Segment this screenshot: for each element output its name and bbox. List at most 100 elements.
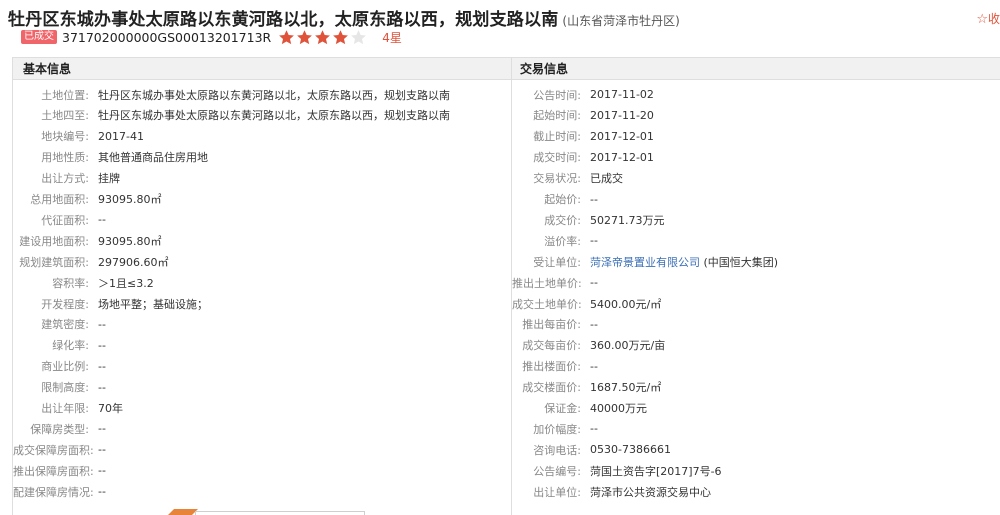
info-row: 成交每亩价: 360.00万元/亩: [512, 335, 665, 356]
info-row: 起始时间: 2017-11-20: [512, 105, 654, 126]
info-value: 挂牌: [98, 172, 120, 186]
basic-info-panel: 基本信息 土地位置: 牡丹区东城办事处太原路以东黄河路以北，太原东路以西，规划支路…: [12, 57, 512, 515]
info-value: 牡丹区东城办事处太原路以东黄河路以北，太原东路以西，规划支路以南: [98, 88, 450, 102]
info-value: --: [98, 422, 106, 436]
info-value: 40000万元: [590, 402, 647, 415]
page-region: (山东省菏泽市牡丹区): [562, 14, 680, 28]
info-value: 93095.80㎡: [98, 234, 162, 248]
info-label: 成交时间:: [533, 151, 581, 165]
info-row: 保证金: 40000万元: [512, 398, 647, 419]
info-row: 土地四至: 牡丹区东城办事处太原路以东黄河路以北，太原东路以西，规划支路以南: [13, 105, 450, 126]
info-row: 公告编号: 菏国土资告字[2017]7号-6: [512, 460, 722, 481]
info-label: 土地位置:: [41, 88, 89, 102]
info-label: 限制高度:: [41, 381, 89, 395]
info-label: 出让年限:: [41, 402, 89, 415]
info-row: 成交价: 50271.73万元: [512, 209, 665, 230]
info-label: 推出每亩价:: [522, 318, 581, 332]
info-label: 商业比例:: [41, 360, 89, 374]
buyer-link[interactable]: 菏泽帝景置业有限公司: [590, 256, 700, 269]
info-label: 成交每亩价:: [522, 339, 581, 353]
info-value: ＞1且≤3.2: [98, 276, 154, 290]
info-row: 地块编号: 2017-41: [13, 126, 144, 147]
info-label: 建设用地面积:: [19, 234, 89, 248]
trade-info-panel: 交易信息 公告时间: 2017-11-02 起始时间: 2017-11-20 截止时间:…: [512, 57, 1000, 515]
info-value: --: [98, 443, 106, 457]
info-label: 成交保障房面积:: [13, 443, 94, 457]
info-row: 受让单位: 菏泽帝景置业有限公司 (中国恒大集团): [512, 251, 778, 272]
info-label: 配建保障房情况:: [13, 485, 94, 499]
info-value: --: [590, 359, 598, 373]
info-row: 总用地面积: 93095.80㎡: [13, 189, 161, 210]
info-label: 受让单位:: [533, 255, 581, 269]
info-label: 成交土地单价:: [512, 297, 582, 311]
buyer-group: (中国恒大集团): [703, 255, 779, 269]
star-outline-icon: ☆: [976, 12, 988, 27]
info-value: 2017-11-20: [590, 108, 654, 122]
info-value: 297906.60㎡: [98, 255, 169, 269]
info-label: 保障房类型:: [30, 422, 89, 436]
info-value: --: [590, 276, 598, 290]
info-label: 成交价:: [544, 213, 581, 227]
info-value: 50271.73万元: [590, 213, 665, 227]
info-label: 推出土地单价:: [512, 276, 582, 290]
info-row: 限制高度: --: [13, 377, 106, 398]
favorite-button[interactable]: ☆收: [976, 10, 1000, 27]
info-row: 开发程度: 场地平整；基础设施；: [13, 293, 208, 314]
info-label: 咨询电话:: [533, 443, 581, 457]
info-value: 70年: [98, 402, 123, 415]
info-row: 推出每亩价: --: [512, 314, 598, 335]
info-row: 推出土地单价: --: [512, 272, 598, 293]
star-filled-icon: [315, 29, 331, 44]
info-label: 绿化率:: [52, 339, 89, 353]
info-value: 2017-12-01: [590, 150, 654, 164]
info-value: 5400.00元/㎡: [590, 297, 662, 311]
info-label: 溢价率:: [544, 234, 581, 248]
info-label: 起始时间:: [533, 109, 581, 123]
info-value: --: [98, 213, 106, 227]
info-row: 容积率: ＞1且≤3.2: [13, 272, 154, 293]
status-badge: 已成交: [21, 30, 57, 44]
info-row: 建设用地面积: 93095.80㎡: [13, 230, 162, 251]
info-row: 成交土地单价: 5400.00元/㎡: [512, 293, 661, 314]
info-label: 公告编号:: [533, 464, 581, 478]
info-label: 公告时间:: [533, 88, 581, 102]
info-row: 出让年限: 70年: [13, 398, 123, 419]
info-row: 成交时间: 2017-12-01: [512, 147, 654, 168]
info-value: 已成交: [590, 172, 623, 186]
rating-text: 4星: [382, 30, 402, 45]
info-row: 成交楼面价: 1687.50元/㎡: [512, 377, 661, 398]
basic-info-heading: 基本信息: [13, 58, 511, 80]
info-value: 菏泽帝景置业有限公司 (中国恒大集团): [590, 254, 778, 270]
info-label: 代征面积:: [41, 213, 89, 227]
info-row: 交易状况: 已成交: [512, 168, 623, 189]
info-value: 2017-11-02: [590, 88, 654, 101]
star-filled-icon: [279, 29, 295, 44]
info-label: 开发程度:: [41, 297, 89, 311]
info-row: 溢价率: --: [512, 230, 598, 251]
info-value: 牡丹区东城办事处太原路以东黄河路以北，太原东路以西，规划支路以南: [98, 109, 450, 123]
info-value: --: [98, 317, 106, 331]
info-value: 1687.50元/㎡: [590, 381, 662, 395]
info-label: 规划建筑面积:: [19, 255, 89, 269]
info-value: 菏国土资告字[2017]7号-6: [590, 464, 722, 478]
info-row: 推出保障房面积: --: [13, 460, 106, 481]
star-filled-icon: [333, 29, 349, 44]
info-row: 起始价: --: [512, 189, 598, 210]
trade-info-heading: 交易信息: [512, 58, 1000, 80]
info-value: --: [98, 338, 106, 352]
info-row: 咨询电话: 0530-7386661: [512, 439, 671, 460]
info-label: 容积率:: [52, 276, 89, 290]
info-row: 土地位置: 牡丹区东城办事处太原路以东黄河路以北，太原东路以西，规划支路以南: [13, 84, 450, 105]
parcel-code: 371702000000GS00013201713R: [62, 29, 272, 45]
star-empty-icon: [351, 29, 367, 44]
info-row: 出让方式: 挂牌: [13, 168, 120, 189]
popup-edge: [195, 511, 365, 515]
info-value: 360.00万元/亩: [590, 339, 666, 353]
info-row: 出让单位: 菏泽市公共资源交易中心: [512, 481, 711, 502]
info-label: 地块编号:: [41, 130, 89, 144]
star-filled-icon: [297, 29, 313, 44]
info-label: 加价幅度:: [533, 422, 581, 436]
rating-stars: [278, 29, 368, 46]
info-label: 用地性质:: [41, 151, 89, 165]
info-label: 截止时间:: [533, 130, 581, 144]
